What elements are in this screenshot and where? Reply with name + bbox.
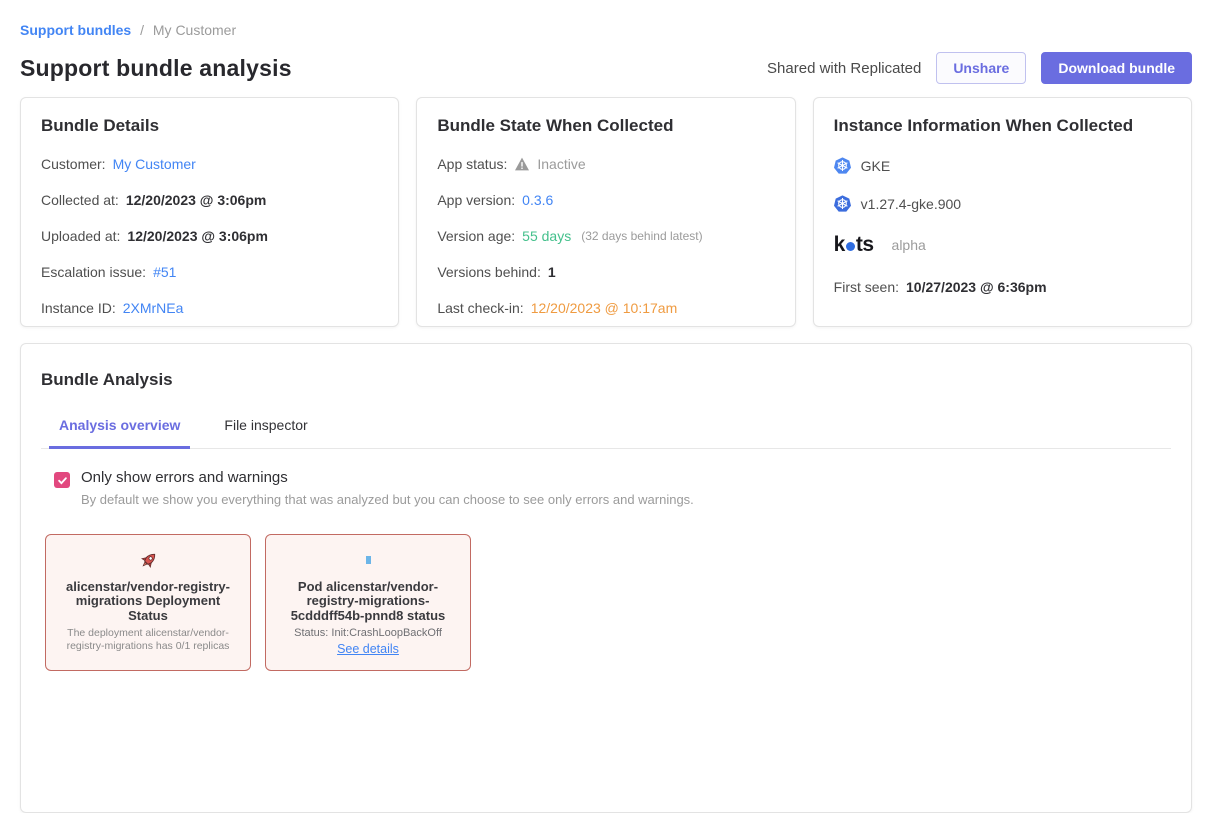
page-header: Support bundle analysis Shared with Repl… bbox=[20, 52, 1192, 84]
version-age-value: 55 days bbox=[522, 228, 571, 244]
result-status: Status: Init:CrashLoopBackOff bbox=[276, 627, 460, 639]
tab-analysis-overview[interactable]: Analysis overview bbox=[49, 417, 190, 449]
support-bundle-page: Support bundles / My Customer Support bu… bbox=[0, 0, 1212, 813]
app-version-row: App version: 0.3.6 bbox=[437, 192, 774, 208]
instance-info-card: Instance Information When Collected GKE … bbox=[813, 97, 1192, 327]
kots-version-value: alpha bbox=[892, 237, 926, 253]
analysis-results: alicenstar/vendor-registry-migrations De… bbox=[45, 534, 1171, 671]
first-seen-value: 10/27/2023 @ 6:36pm bbox=[906, 279, 1047, 295]
filter-texts: Only show errors and warnings By default… bbox=[81, 469, 694, 507]
app-status-value: Inactive bbox=[537, 156, 585, 172]
k8s-version-row: v1.27.4-gke.900 bbox=[834, 195, 1171, 212]
kots-logo: kts bbox=[834, 233, 874, 257]
result-title: Pod alicenstar/vendor-registry-migration… bbox=[278, 580, 458, 623]
tab-file-inspector[interactable]: File inspector bbox=[214, 417, 317, 449]
errors-warnings-filter: Only show errors and warnings By default… bbox=[54, 469, 1171, 507]
customer-row: Customer: My Customer bbox=[41, 156, 378, 172]
escalation-issue-link[interactable]: #51 bbox=[153, 264, 176, 280]
first-seen-label: First seen: bbox=[834, 279, 899, 295]
instance-info-title: Instance Information When Collected bbox=[834, 116, 1171, 136]
uploaded-at-value: 12/20/2023 @ 3:06pm bbox=[127, 228, 268, 244]
filter-label[interactable]: Only show errors and warnings bbox=[81, 469, 694, 486]
blue-square-icon bbox=[276, 547, 460, 573]
bundle-details-title: Bundle Details bbox=[41, 116, 378, 136]
escalation-issue-row: Escalation issue: #51 bbox=[41, 264, 378, 280]
see-details-link[interactable]: See details bbox=[337, 642, 399, 656]
filter-description: By default we show you everything that w… bbox=[81, 492, 694, 507]
last-checkin-label: Last check-in: bbox=[437, 300, 523, 316]
version-age-label: Version age: bbox=[437, 228, 515, 244]
shared-status-text: Shared with Replicated bbox=[767, 60, 921, 77]
version-age-row: Version age: 55 days (32 days behind lat… bbox=[437, 228, 774, 244]
header-actions: Shared with Replicated Unshare Download … bbox=[767, 52, 1192, 84]
bundle-state-title: Bundle State When Collected bbox=[437, 116, 774, 136]
rocket-icon bbox=[56, 547, 240, 573]
kubernetes-icon bbox=[834, 157, 851, 174]
errors-warnings-checkbox[interactable] bbox=[54, 472, 70, 488]
instance-id-label: Instance ID: bbox=[41, 300, 116, 316]
last-checkin-row: Last check-in: 12/20/2023 @ 10:17am bbox=[437, 300, 774, 316]
distribution-value: GKE bbox=[861, 158, 891, 174]
kots-row: kts alpha bbox=[834, 233, 1171, 257]
app-status-label: App status: bbox=[437, 156, 507, 172]
download-bundle-button[interactable]: Download bundle bbox=[1041, 52, 1192, 84]
versions-behind-row: Versions behind: 1 bbox=[437, 264, 774, 280]
distribution-row: GKE bbox=[834, 157, 1171, 174]
analysis-result-card[interactable]: Pod alicenstar/vendor-registry-migration… bbox=[265, 534, 471, 671]
app-status-row: App status: Inactive bbox=[437, 156, 774, 172]
collected-at-row: Collected at: 12/20/2023 @ 3:06pm bbox=[41, 192, 378, 208]
breadcrumb-separator: / bbox=[140, 22, 144, 38]
analysis-tabs: Analysis overview File inspector bbox=[41, 417, 1171, 449]
analysis-result-card[interactable]: alicenstar/vendor-registry-migrations De… bbox=[45, 534, 251, 671]
instance-id-row: Instance ID: 2XMrNEa bbox=[41, 300, 378, 316]
collected-at-value: 12/20/2023 @ 3:06pm bbox=[126, 192, 267, 208]
bundle-analysis-title: Bundle Analysis bbox=[41, 370, 1171, 390]
kubernetes-icon bbox=[834, 195, 851, 212]
info-cards-row: Bundle Details Customer: My Customer Col… bbox=[20, 97, 1192, 327]
last-checkin-value: 12/20/2023 @ 10:17am bbox=[531, 300, 678, 316]
bundle-details-card: Bundle Details Customer: My Customer Col… bbox=[20, 97, 399, 327]
escalation-issue-label: Escalation issue: bbox=[41, 264, 146, 280]
customer-label: Customer: bbox=[41, 156, 106, 172]
result-description: The deployment alicenstar/vendor-registr… bbox=[58, 627, 238, 652]
version-age-note: (32 days behind latest) bbox=[581, 229, 702, 243]
breadcrumb: Support bundles / My Customer bbox=[20, 22, 1192, 38]
app-version-link[interactable]: 0.3.6 bbox=[522, 192, 553, 208]
warning-icon bbox=[514, 157, 530, 171]
customer-link[interactable]: My Customer bbox=[113, 156, 196, 172]
bundle-analysis-panel: Bundle Analysis Analysis overview File i… bbox=[20, 343, 1192, 813]
uploaded-at-label: Uploaded at: bbox=[41, 228, 120, 244]
breadcrumb-current: My Customer bbox=[153, 22, 236, 38]
app-version-label: App version: bbox=[437, 192, 515, 208]
page-title: Support bundle analysis bbox=[20, 55, 292, 82]
bundle-state-card: Bundle State When Collected App status: … bbox=[416, 97, 795, 327]
kots-logo-dot bbox=[846, 242, 855, 251]
collected-at-label: Collected at: bbox=[41, 192, 119, 208]
uploaded-at-row: Uploaded at: 12/20/2023 @ 3:06pm bbox=[41, 228, 378, 244]
unshare-button[interactable]: Unshare bbox=[936, 52, 1026, 84]
result-title: alicenstar/vendor-registry-migrations De… bbox=[58, 580, 238, 623]
k8s-version-value: v1.27.4-gke.900 bbox=[861, 196, 961, 212]
first-seen-row: First seen: 10/27/2023 @ 6:36pm bbox=[834, 279, 1171, 295]
versions-behind-value: 1 bbox=[548, 264, 556, 280]
instance-id-link[interactable]: 2XMrNEa bbox=[123, 300, 184, 316]
versions-behind-label: Versions behind: bbox=[437, 264, 541, 280]
breadcrumb-support-bundles-link[interactable]: Support bundles bbox=[20, 22, 131, 38]
